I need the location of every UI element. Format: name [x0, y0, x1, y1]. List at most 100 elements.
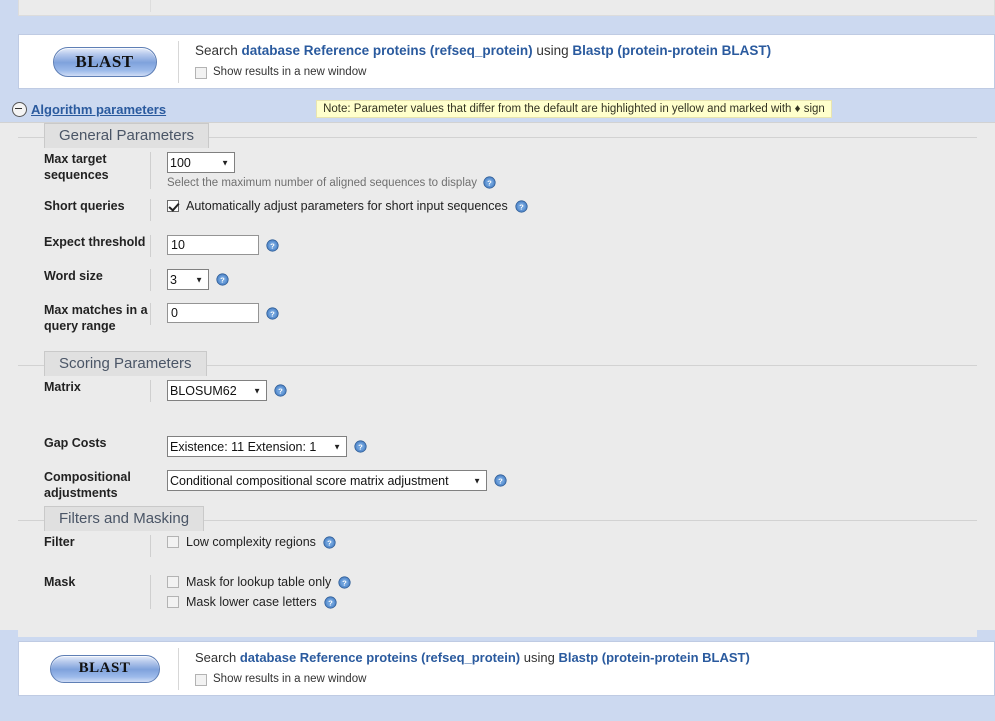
svg-text:?: ?: [270, 309, 275, 318]
blast-submit-panel-top: BLAST Search database Reference proteins…: [18, 34, 995, 89]
help-icon-filter[interactable]: ?: [323, 535, 336, 549]
mask-lookup-table-label: Mask for lookup table only: [186, 575, 332, 589]
mask-lower-case-checkbox[interactable]: [167, 596, 179, 608]
svg-text:?: ?: [220, 275, 225, 284]
section-title-scoring-parameters: Scoring Parameters: [44, 351, 207, 376]
field-filter: Low complexity regions ?: [150, 535, 977, 557]
short-queries-checkbox-label: Automatically adjust parameters for shor…: [186, 199, 508, 213]
compositional-adjustments-select[interactable]: No adjustmentComposition-based statistic…: [167, 470, 487, 491]
help-icon-compositional-adjustments[interactable]: ?: [494, 474, 507, 487]
help-icon-max-target-sequences[interactable]: ?: [483, 176, 496, 189]
show-new-window-checkbox-top[interactable]: [195, 67, 207, 80]
label-expect-threshold: Expect threshold: [44, 235, 146, 249]
blast-button-cell-top: BLAST: [31, 40, 179, 83]
svg-text:?: ?: [342, 578, 347, 587]
row-max-matches-query-range: Max matches in a query range ?: [18, 303, 977, 334]
field-expect-threshold: ?: [150, 235, 977, 257]
max-matches-query-range-input[interactable]: [167, 303, 259, 323]
blast-button-cell-bottom: BLAST: [31, 647, 179, 690]
svg-text:?: ?: [487, 178, 492, 187]
label-filter: Filter: [44, 535, 75, 549]
word-size-select[interactable]: 236: [167, 269, 209, 290]
matrix-select-wrap: PAM30PAM70PAM250BLOSUM80BLOSUM62BLOSUM45…: [167, 380, 267, 401]
row-mask: Mask Mask for lookup table only ? Mask l…: [18, 575, 977, 609]
database-link-top[interactable]: database Reference proteins (refseq_prot…: [242, 43, 533, 58]
svg-text:?: ?: [519, 202, 524, 211]
row-compositional-adjustments: Compositional adjustments No adjustmentC…: [18, 470, 977, 501]
section-body-filters-and-masking: Filter Low complexity regions ? Mask Mas…: [18, 520, 977, 637]
row-short-queries: Short queries Automatically adjust param…: [18, 199, 977, 221]
help-icon-max-matches-query-range[interactable]: ?: [266, 306, 279, 320]
page-top-cutoff-divider: [150, 0, 151, 12]
row-word-size: Word size 236 ?: [18, 269, 977, 291]
gap-costs-select[interactable]: Existence: 11 Extension: 2Existence: 10 …: [167, 436, 347, 457]
blast-search-summary-bottom: Search database Reference proteins (refs…: [195, 649, 750, 667]
section-general-parameters: General Parameters Max target sequences …: [18, 123, 977, 362]
mask-lower-case-label: Mask lower case letters: [186, 595, 317, 609]
page-top-cutoff-strip: [18, 0, 995, 16]
blast-search-summary-top: Search database Reference proteins (refs…: [195, 42, 771, 60]
blast-submit-button-top[interactable]: BLAST: [52, 46, 157, 77]
row-expect-threshold: Expect threshold ?: [18, 235, 977, 257]
help-icon-mask-lower-case[interactable]: ?: [324, 595, 337, 609]
gap-costs-select-wrap: Existence: 11 Extension: 2Existence: 10 …: [167, 436, 347, 457]
short-queries-checkbox[interactable]: [167, 200, 179, 212]
field-compositional-adjustments: No adjustmentComposition-based statistic…: [150, 470, 977, 492]
matrix-select[interactable]: PAM30PAM70PAM250BLOSUM80BLOSUM62BLOSUM45…: [167, 380, 267, 401]
blast-submit-button-bottom[interactable]: BLAST: [49, 654, 160, 683]
section-filters-and-masking: Filters and Masking Filter Low complexit…: [18, 506, 977, 637]
section-scoring-parameters: Scoring Parameters Matrix PAM30PAM70PAM2…: [18, 351, 977, 520]
help-icon-gap-costs[interactable]: ?: [354, 440, 367, 453]
program-link-top[interactable]: Blastp (protein-protein BLAST): [572, 43, 771, 58]
help-icon-matrix[interactable]: ?: [274, 384, 287, 397]
program-link-bottom[interactable]: Blastp (protein-protein BLAST): [558, 650, 749, 665]
expect-threshold-input[interactable]: [167, 235, 259, 255]
section-body-scoring-parameters: Matrix PAM30PAM70PAM250BLOSUM80BLOSUM62B…: [18, 365, 977, 520]
new-window-row-bottom: Show results in a new window: [195, 672, 750, 688]
max-target-sequences-select[interactable]: 1050100250500100050001000020000: [167, 152, 235, 173]
minus-circle-icon[interactable]: [12, 101, 27, 117]
field-max-matches-query-range: ?: [150, 303, 977, 325]
mask-lookup-table-checkbox[interactable]: [167, 576, 179, 588]
label-max-matches-query-range: Max matches in a query range: [44, 303, 148, 333]
compositional-adjustments-select-wrap: No adjustmentComposition-based statistic…: [167, 470, 487, 491]
svg-text:?: ?: [327, 538, 332, 547]
search-prefix-text: Search: [195, 43, 242, 59]
svg-text:?: ?: [328, 598, 333, 607]
parameter-note-banner: Note: Parameter values that differ from …: [316, 100, 832, 118]
label-mask: Mask: [44, 575, 76, 589]
hint-max-target-sequences: Select the maximum number of aligned seq…: [167, 176, 977, 189]
algorithm-parameters-header: Algorithm parameters Note: Parameter val…: [12, 100, 987, 118]
show-new-window-checkbox-bottom[interactable]: [195, 673, 207, 686]
blast-description-top: Search database Reference proteins (refs…: [179, 42, 771, 81]
row-filter: Filter Low complexity regions ?: [18, 535, 977, 557]
help-icon-mask-lookup-table[interactable]: ?: [338, 575, 351, 589]
help-icon-word-size[interactable]: ?: [216, 273, 229, 286]
blast-submit-panel-bottom: BLAST Search database Reference proteins…: [18, 641, 995, 696]
help-icon-short-queries[interactable]: ?: [515, 199, 528, 213]
section-title-general-parameters: General Parameters: [44, 123, 210, 148]
show-new-window-label-top: Show results in a new window: [213, 66, 367, 79]
svg-text:?: ?: [358, 442, 363, 451]
label-word-size: Word size: [44, 269, 103, 283]
help-icon-expect-threshold[interactable]: ?: [266, 238, 279, 252]
word-size-select-wrap: 236: [167, 269, 209, 290]
max-target-sequences-select-wrap: 1050100250500100050001000020000: [167, 152, 235, 173]
svg-text:?: ?: [278, 386, 283, 395]
hint-text-max-target-sequences: Select the maximum number of aligned seq…: [167, 176, 478, 189]
label-gap-costs: Gap Costs: [44, 436, 107, 450]
section-title-filters-and-masking: Filters and Masking: [44, 506, 205, 531]
label-matrix: Matrix: [44, 380, 81, 394]
row-matrix: Matrix PAM30PAM70PAM250BLOSUM80BLOSUM62B…: [18, 380, 977, 402]
field-gap-costs: Existence: 11 Extension: 2Existence: 10 …: [150, 436, 977, 458]
low-complexity-label: Low complexity regions: [186, 535, 316, 549]
low-complexity-checkbox[interactable]: [167, 536, 179, 548]
algorithm-parameters-body: General Parameters Max target sequences …: [0, 122, 995, 637]
label-compositional-adjustments: Compositional adjustments: [44, 470, 131, 500]
search-prefix-text-bottom: Search: [195, 650, 240, 666]
database-link-bottom[interactable]: database Reference proteins (refseq_prot…: [240, 650, 520, 665]
row-gap-costs: Gap Costs Existence: 11 Extension: 2Exis…: [18, 436, 977, 458]
field-word-size: 236 ?: [150, 269, 977, 291]
label-max-target-sequences: Max target sequences: [44, 152, 109, 182]
algorithm-parameters-link[interactable]: Algorithm parameters: [31, 102, 166, 117]
